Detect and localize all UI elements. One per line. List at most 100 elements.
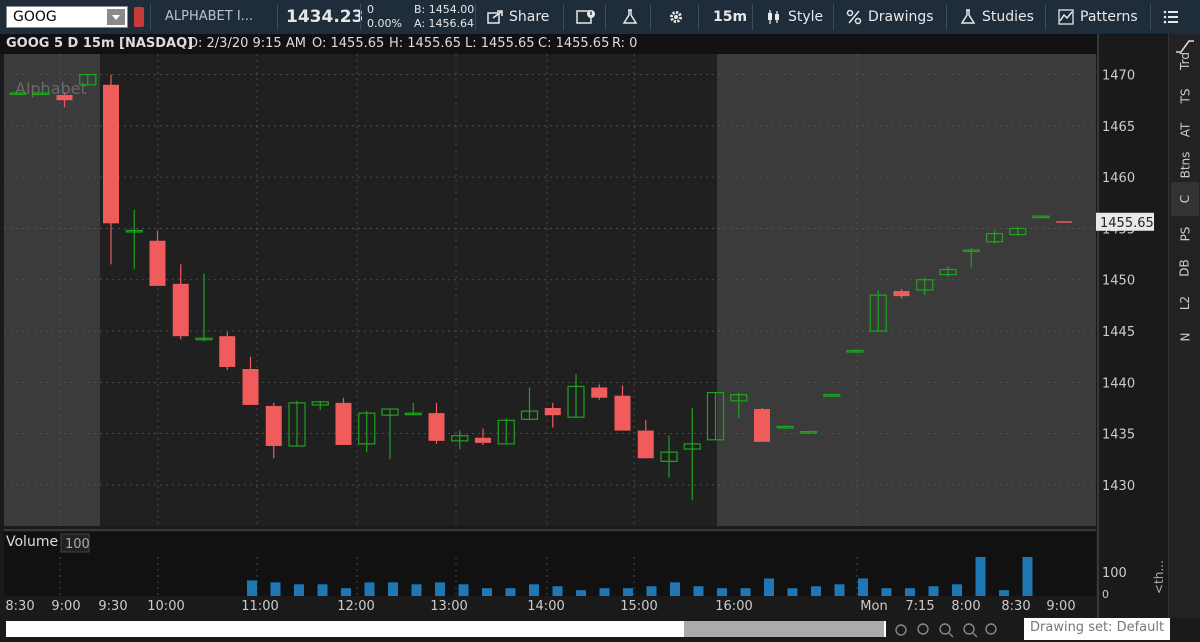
divider <box>563 4 564 30</box>
top-toolbar: GOOG ALPHABET I... 1434.23 0 0.00% B: 14… <box>0 0 1200 35</box>
pan-icon[interactable] <box>895 624 907 636</box>
bid-price: B: 1454.00 <box>414 3 475 16</box>
y-tick-label: 1470 <box>1102 69 1135 84</box>
patterns-label: Patterns <box>1080 9 1138 25</box>
interval-label: 15m <box>713 9 748 25</box>
volume-bar <box>270 582 281 596</box>
flag-alert-icon <box>576 10 595 24</box>
volume-bar <box>858 578 868 596</box>
time-scrollbar[interactable] <box>6 621 886 637</box>
chart-watermark: Alphabet <box>15 79 87 98</box>
list-menu-icon <box>1163 10 1178 24</box>
right-tab-ps[interactable]: PS <box>1171 217 1199 251</box>
right-tab-ts[interactable]: TS <box>1171 79 1199 113</box>
candle-body-down <box>637 430 654 459</box>
candlestick-icon <box>768 10 779 24</box>
volume-bar <box>388 582 398 596</box>
settings-button[interactable] <box>668 0 684 34</box>
right-tab-label: C <box>1177 194 1192 204</box>
volume-scale-label: 100 <box>1102 566 1127 581</box>
style-button[interactable]: Style <box>766 0 823 34</box>
drawing-set-label[interactable]: Drawing set: Default <box>1024 618 1171 640</box>
x-tick-label: 13:00 <box>430 599 467 614</box>
flask-icon <box>960 9 976 24</box>
zoom-in-icon[interactable] <box>939 623 951 635</box>
volume-bar <box>458 584 469 596</box>
x-tick-label: 15:00 <box>620 599 657 614</box>
zoom-out-icon[interactable] <box>963 623 975 635</box>
right-tab-trd[interactable]: Trd <box>1171 44 1199 78</box>
volume-bar <box>247 580 257 596</box>
x-tick-label: 8:00 <box>951 599 980 614</box>
volume-title: Volume <box>6 534 58 550</box>
right-tab-n[interactable]: N <box>1171 320 1199 354</box>
drawings-button[interactable]: Drawings <box>846 0 934 34</box>
right-tab-label: L2 <box>1177 295 1192 310</box>
candle-body-down <box>242 369 259 405</box>
volume-bar <box>717 588 727 596</box>
divider <box>752 4 753 30</box>
menu-button[interactable] <box>1163 0 1179 34</box>
crosshair-icon[interactable] <box>917 623 929 635</box>
right-tab-label: Btns <box>1177 151 1192 178</box>
volume-bar <box>505 588 516 596</box>
candle-body-down <box>335 402 352 445</box>
divider <box>698 4 699 30</box>
right-tab-db[interactable]: DB <box>1171 251 1199 285</box>
volume-bar <box>529 584 539 596</box>
volume-bar <box>764 578 774 596</box>
volume-bar <box>975 557 986 596</box>
volume-header-bg <box>4 532 1096 557</box>
flask-icon <box>622 9 638 24</box>
studies-button[interactable]: Studies <box>960 0 1034 34</box>
volume-bar <box>670 582 680 596</box>
right-tab-c[interactable]: C <box>1171 182 1199 216</box>
share-button[interactable]: Share <box>487 0 549 34</box>
share-label: Share <box>509 9 550 25</box>
interval-button[interactable]: 15m <box>713 0 747 34</box>
candle-body-down <box>56 95 73 101</box>
divider <box>946 4 947 30</box>
volume-bar <box>623 588 633 596</box>
y-tick-label: 1430 <box>1102 479 1135 494</box>
patterns-button[interactable]: Patterns <box>1058 0 1138 34</box>
volume-bar <box>294 584 304 596</box>
volume-bar <box>811 586 821 596</box>
right-tab-l2[interactable]: L2 <box>1171 286 1199 320</box>
pct-change: 0.00% <box>367 17 402 30</box>
divider <box>650 4 651 30</box>
candle-body-down <box>754 409 770 442</box>
right-tab-at[interactable]: AT <box>1171 113 1199 147</box>
y-tick-label: 1465 <box>1102 120 1135 135</box>
scrollbar-thumb[interactable] <box>684 621 884 637</box>
x-tick-label: 11:00 <box>241 599 278 614</box>
share-icon <box>487 10 503 24</box>
chevron-down-icon[interactable] <box>107 9 125 25</box>
net-change: 0 <box>367 3 374 16</box>
volume-side-label: <th... <box>1152 560 1166 594</box>
volume-bar <box>599 588 610 596</box>
drawings-label: Drawings <box>868 9 934 25</box>
symbol-input[interactable]: GOOG <box>6 6 128 28</box>
alert-button[interactable] <box>576 0 596 34</box>
volume-value: 100 <box>65 537 90 552</box>
x-tick-label: 9:00 <box>1046 599 1075 614</box>
reset-zoom-icon[interactable] <box>985 623 997 635</box>
volume-bar <box>576 590 586 596</box>
volume-bar <box>341 588 351 596</box>
x-tick-label: 8:30 <box>5 599 34 614</box>
right-tab-label: DB <box>1177 259 1192 277</box>
candle-body-down <box>103 84 119 224</box>
candle-body-down <box>1056 221 1073 223</box>
symbol-text: GOOG <box>13 9 57 25</box>
flask-button[interactable] <box>622 0 638 34</box>
last-price: 1434.23 <box>286 7 364 27</box>
price-chart[interactable]: Alphabet 1430143514401445145014551460146… <box>0 34 1168 618</box>
link-tag-icon[interactable] <box>134 7 144 27</box>
x-tick-label: 14:00 <box>527 599 564 614</box>
x-tick-label: 9:00 <box>51 599 80 614</box>
right-tab-btns[interactable]: Btns <box>1171 148 1199 182</box>
y-tick-label: 1435 <box>1102 428 1135 443</box>
zoom-controls[interactable] <box>890 621 1010 639</box>
right-side-panel: Trd TS AT Btns C PS DB L2 N <box>1168 34 1200 622</box>
